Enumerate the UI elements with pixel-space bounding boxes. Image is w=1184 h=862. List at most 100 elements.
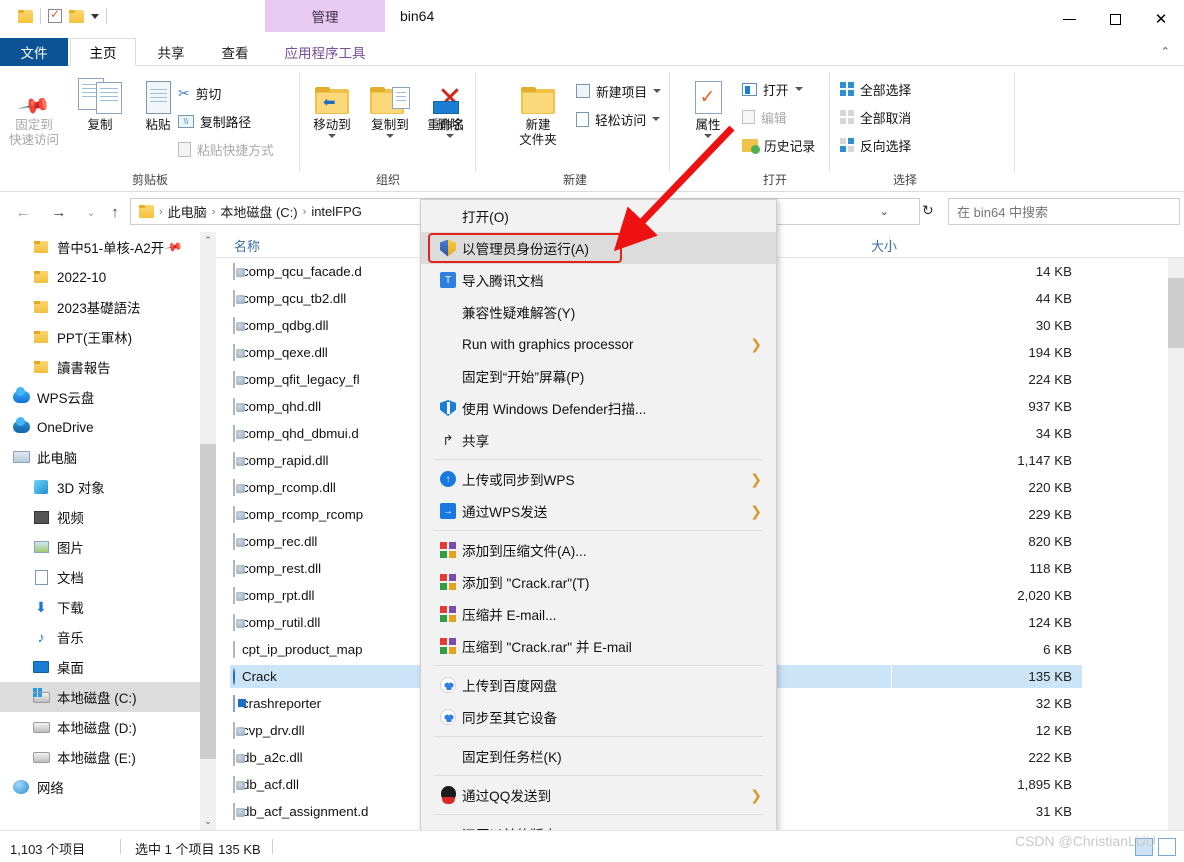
open-button[interactable]: 打开 — [742, 78, 803, 100]
tab-file[interactable]: 文件 — [0, 38, 68, 66]
maximize-button[interactable] — [1092, 0, 1138, 38]
file-name-cell[interactable]: crashreporter — [230, 692, 445, 715]
menu-item-12[interactable]: 添加到压缩文件(A)... — [421, 534, 776, 566]
file-list-scrollbar[interactable] — [1168, 258, 1184, 830]
menu-item-13[interactable]: 添加到 "Crack.rar"(T) — [421, 566, 776, 598]
menu-item-10[interactable]: → 通过WPS发送 ❯ — [421, 495, 776, 527]
minimize-button[interactable] — [1046, 0, 1092, 38]
copy-button[interactable]: 复制 — [72, 74, 128, 133]
forward-button[interactable]: → — [48, 201, 70, 223]
back-button[interactable]: ← — [12, 201, 34, 223]
customize-qat-chevron-icon[interactable] — [91, 13, 99, 19]
menu-item-7[interactable]: ↱ 共享 — [421, 424, 776, 456]
new-item-chevron-icon[interactable] — [653, 89, 662, 93]
file-name-cell[interactable]: comp_rest.dll — [230, 557, 445, 580]
file-name-cell[interactable]: comp_rcomp_rcomp — [230, 503, 445, 526]
menu-item-0[interactable]: 打开(O) — [421, 200, 776, 232]
file-name-cell[interactable]: Crack — [230, 665, 445, 688]
refresh-button[interactable]: ↻ — [922, 202, 934, 219]
file-name-cell[interactable]: comp_qhd_dbmui.d — [230, 422, 445, 445]
column-header-name[interactable]: 名称 — [234, 236, 260, 255]
menu-item-18[interactable]: 同步至其它设备 — [421, 701, 776, 733]
menu-item-15[interactable]: 压缩到 "Crack.rar" 并 E-mail — [421, 630, 776, 662]
recent-locations-button[interactable]: ⌄ — [80, 201, 102, 223]
file-name-cell[interactable]: comp_rcomp.dll — [230, 476, 445, 499]
column-header-size[interactable]: 大小 — [871, 236, 897, 255]
new-folder-quick-icon[interactable] — [69, 9, 84, 23]
file-name-cell[interactable]: cpt_ip_product_map — [230, 638, 445, 661]
sidebar-item-6[interactable]: OneDrive — [0, 412, 216, 442]
menu-item-3[interactable]: 兼容性疑难解答(Y) — [421, 296, 776, 328]
sidebar-scroll-thumb[interactable] — [200, 444, 216, 759]
chevron-right-icon[interactable]: ❯ — [750, 787, 762, 804]
breadcrumb-item-1[interactable]: 本地磁盘 (C:) — [216, 202, 301, 221]
file-name-cell[interactable]: comp_rec.dll — [230, 530, 445, 553]
new-folder-button[interactable]: 新建 文件夹 — [510, 74, 566, 148]
properties-button[interactable]: ✓ 属性 — [680, 74, 736, 138]
sidebar-item-15[interactable]: 本地磁盘 (C:) — [0, 682, 216, 712]
easy-access-button[interactable]: 轻松访问 — [576, 108, 661, 130]
menu-item-9[interactable]: ↑ 上传或同步到WPS ❯ — [421, 463, 776, 495]
new-item-button[interactable]: 新建项目 — [576, 80, 662, 102]
breadcrumb-item-0[interactable]: 此电脑 — [164, 202, 211, 221]
sidebar-item-7[interactable]: 此电脑 — [0, 442, 216, 472]
open-chevron-icon[interactable] — [794, 87, 803, 91]
menu-item-6[interactable]: 使用 Windows Defender扫描... — [421, 392, 776, 424]
menu-item-1[interactable]: 以管理员身份运行(A) — [421, 232, 776, 264]
close-button[interactable]: ✕ — [1138, 0, 1184, 38]
sidebar-item-11[interactable]: 文档 — [0, 562, 216, 592]
menu-item-17[interactable]: 上传到百度网盘 — [421, 669, 776, 701]
up-button[interactable]: ↑ — [104, 201, 126, 223]
properties-check-icon[interactable] — [48, 7, 62, 23]
cut-button[interactable]: ✂ 剪切 — [178, 82, 221, 104]
copy-to-button[interactable]: 复制到 — [362, 74, 418, 138]
sidebar-item-1[interactable]: 2022-10 — [0, 262, 216, 292]
tab-application-tools[interactable]: 应用程序工具 — [268, 38, 382, 66]
select-all-button[interactable]: 全部选择 — [840, 78, 911, 100]
edit-button[interactable]: 编辑 — [742, 106, 787, 128]
move-to-chevron-icon[interactable] — [328, 134, 336, 138]
sidebar-item-17[interactable]: 本地磁盘 (E:) — [0, 742, 216, 772]
sidebar-item-13[interactable]: ♪ 音乐 — [0, 622, 216, 652]
sidebar-item-0[interactable]: 普中51-单核-A2开 📌 — [0, 232, 216, 262]
sidebar-item-10[interactable]: 图片 — [0, 532, 216, 562]
file-name-cell[interactable]: comp_qfit_legacy_fl — [230, 368, 445, 391]
file-name-cell[interactable]: comp_qhd.dll — [230, 395, 445, 418]
sidebar-item-14[interactable]: 桌面 — [0, 652, 216, 682]
file-name-cell[interactable]: comp_rutil.dll — [230, 611, 445, 634]
move-to-button[interactable]: ⬅ 移动到 — [304, 74, 360, 138]
sidebar-scrollbar[interactable]: ⌃ ⌄ — [200, 232, 216, 830]
rename-button[interactable]: 重命名 — [418, 74, 474, 133]
file-name-cell[interactable]: comp_rapid.dll — [230, 449, 445, 472]
file-name-cell[interactable]: cvp_drv.dll — [230, 719, 445, 742]
file-name-cell[interactable]: comp_qdbg.dll — [230, 314, 445, 337]
sidebar-item-9[interactable]: 视频 — [0, 502, 216, 532]
sidebar-item-16[interactable]: 本地磁盘 (D:) — [0, 712, 216, 742]
properties-chevron-icon[interactable] — [704, 134, 712, 138]
invert-selection-button[interactable]: 反向选择 — [840, 134, 911, 156]
menu-item-22[interactable]: 通过QQ发送到 ❯ — [421, 779, 776, 811]
sidebar-item-18[interactable]: 网络 — [0, 772, 216, 802]
file-name-cell[interactable]: comp_qcu_facade.d — [230, 260, 445, 283]
copy-to-chevron-icon[interactable] — [386, 134, 394, 138]
menu-item-5[interactable]: 固定到“开始”屏幕(P) — [421, 360, 776, 392]
chevron-right-icon[interactable]: ❯ — [750, 336, 762, 353]
file-name-cell[interactable]: comp_qexe.dll — [230, 341, 445, 364]
menu-item-14[interactable]: 压缩并 E-mail... — [421, 598, 776, 630]
paste-shortcut-button[interactable]: 粘贴快捷方式 — [178, 138, 274, 160]
sidebar-scroll-down-icon[interactable]: ⌄ — [200, 813, 216, 830]
copy-path-button[interactable]: \\ 复制路径 — [178, 110, 251, 132]
file-name-cell[interactable]: db_a2c.dll — [230, 746, 445, 769]
history-button[interactable]: 历史记录 — [742, 134, 815, 156]
menu-item-20[interactable]: 固定到任务栏(K) — [421, 740, 776, 772]
sidebar-item-5[interactable]: WPS云盘 — [0, 382, 216, 412]
easy-access-chevron-icon[interactable] — [652, 117, 661, 121]
tab-home[interactable]: 主页 — [70, 38, 136, 66]
file-name-cell[interactable]: comp_rpt.dll — [230, 584, 445, 607]
chevron-right-icon[interactable]: ❯ — [750, 503, 762, 520]
search-input[interactable]: 在 bin64 中搜索 — [948, 198, 1180, 225]
breadcrumb-item-2[interactable]: intelFPG — [307, 204, 366, 219]
file-name-cell[interactable]: db_acf.dll — [230, 773, 445, 796]
ribbon-collapse-chevron-icon[interactable]: ⌃ — [1161, 45, 1170, 58]
address-dropdown-chevron-icon[interactable]: ⌄ — [880, 199, 889, 224]
